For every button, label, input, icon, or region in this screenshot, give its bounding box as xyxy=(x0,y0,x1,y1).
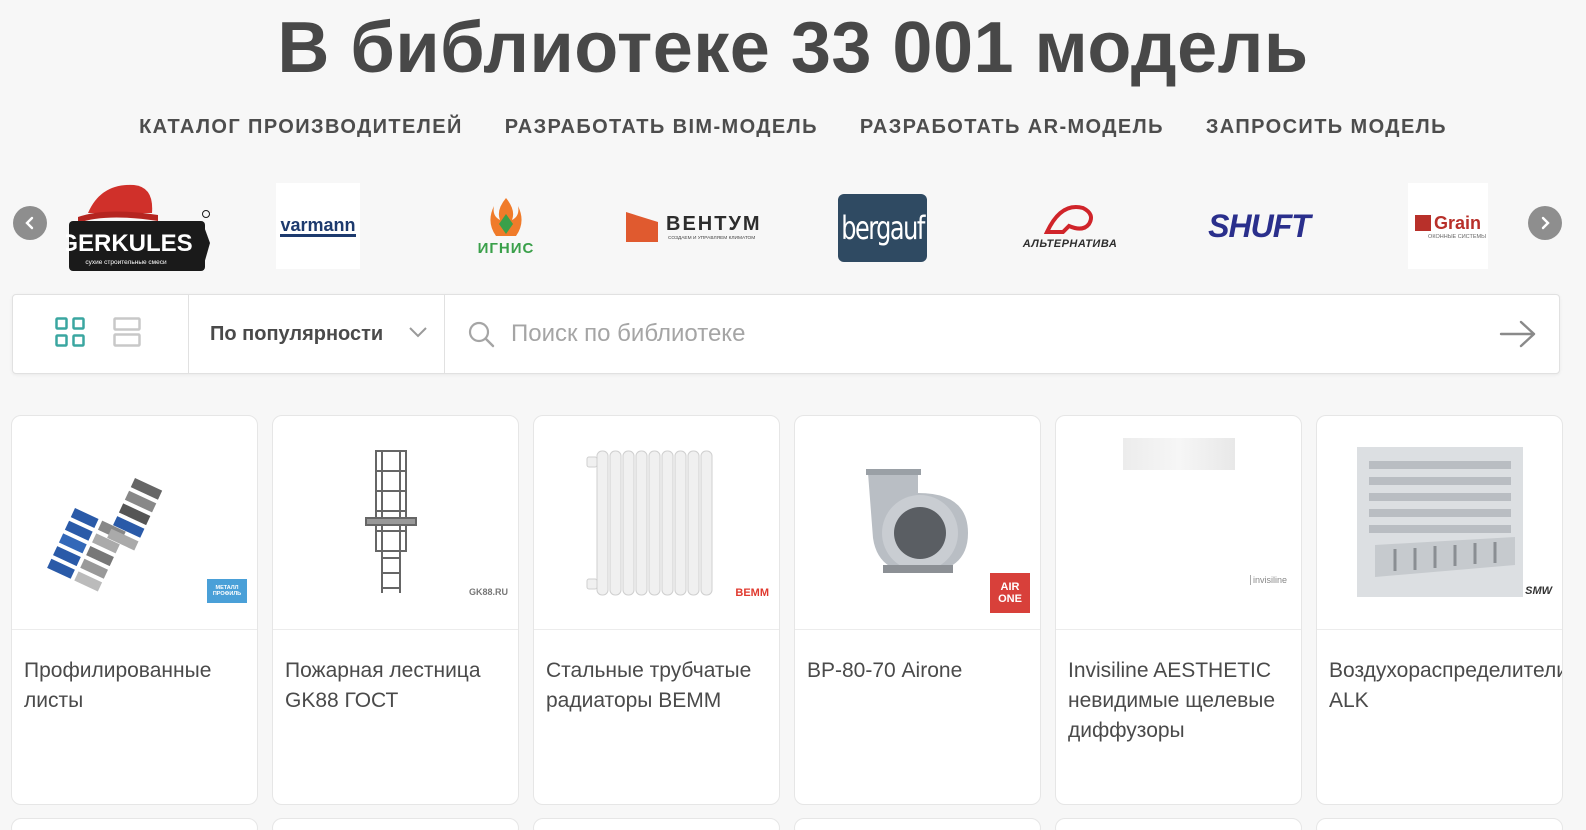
list-view-icon xyxy=(113,316,141,347)
model-title: Пожарная лестница GK88 ГОСТ xyxy=(285,659,481,712)
model-title: ВР-80-70 Airone xyxy=(807,659,963,682)
nav-develop-bim-model[interactable]: РАЗРАБОТАТЬ BIM-МОДЕЛЬ xyxy=(505,116,818,139)
brand-grain-name: Grain xyxy=(1433,212,1481,233)
brand-varmann-name: varmann xyxy=(280,214,356,237)
brand-logo-varmann[interactable]: varmann xyxy=(276,183,360,269)
top-nav: КАТАЛОГ ПРОИЗВОДИТЕЛЕЙ РАЗРАБОТАТЬ BIM-М… xyxy=(0,116,1586,139)
brand-ventum-name: ВЕНТУМ xyxy=(666,213,762,235)
model-title: Воздухораспределители ALK xyxy=(1329,659,1563,712)
model-card-partial xyxy=(1055,818,1302,830)
model-card-partial xyxy=(272,818,519,830)
carousel-next-button[interactable] xyxy=(1528,206,1562,240)
sort-label: По популярности xyxy=(210,322,384,345)
brand-logo-alternativa[interactable]: АЛЬТЕРНАТИВА xyxy=(1008,183,1132,269)
brand-ventum-sub: СОЗДАЕМ И УПРАВЛЯЕМ КЛИМАТОМ xyxy=(668,235,755,241)
model-title: Профилированные листы xyxy=(24,659,212,712)
brand-ignis-name: ИГНИС xyxy=(477,239,535,257)
search-icon xyxy=(468,321,495,348)
list-view-button[interactable] xyxy=(113,316,141,352)
brand-logo-grain[interactable]: Grain ОКОННЫЕ СИСТЕМЫ xyxy=(1408,183,1488,269)
brand-badge: GK88.RU xyxy=(468,587,508,597)
model-title: Стальные трубчатые радиаторы BEMM xyxy=(546,659,752,712)
brand-badge: AIR ONE xyxy=(990,573,1030,613)
brand-logo-ventum[interactable]: ВЕНТУМ СОЗДАЕМ И УПРАВЛЯЕМ КЛИМАТОМ xyxy=(624,183,770,269)
model-grid: МЕТАЛЛ ПРОФИЛЬ Профилированные листы GK8… xyxy=(11,415,1563,805)
model-image-air-distributor: SMW xyxy=(1317,416,1562,630)
grid-view-icon xyxy=(55,316,85,347)
model-card-partial xyxy=(1316,818,1563,830)
model-card[interactable]: invisiline Invisiline AESTHETIC невидимы… xyxy=(1055,415,1302,805)
brand-badge: BEMM xyxy=(735,587,769,599)
search-bar xyxy=(445,295,1559,373)
next-row-cards xyxy=(11,818,1563,830)
carousel-prev-button[interactable] xyxy=(13,206,47,240)
arrow-right-icon xyxy=(1499,320,1536,348)
model-card[interactable]: МЕТАЛЛ ПРОФИЛЬ Профилированные листы xyxy=(11,415,258,805)
model-image-fire-ladder: GK88.RU xyxy=(273,416,518,630)
brand-gerkules-name: GERKULES xyxy=(66,230,193,257)
diffuser-strip xyxy=(1122,438,1235,470)
nav-request-model[interactable]: ЗАПРОСИТЬ МОДЕЛЬ xyxy=(1206,116,1447,139)
model-image-diffuser: invisiline xyxy=(1056,416,1301,630)
nav-develop-ar-model[interactable]: РАЗРАБОТАТЬ AR-МОДЕЛЬ xyxy=(860,116,1164,139)
model-card[interactable]: BEMM Стальные трубчатые радиаторы BEMM xyxy=(533,415,780,805)
model-card[interactable]: SMW Воздухораспределители ALK xyxy=(1316,415,1563,805)
search-input[interactable] xyxy=(511,320,1411,348)
sort-dropdown[interactable]: По популярности xyxy=(189,295,445,373)
brand-badge: МЕТАЛЛ ПРОФИЛЬ xyxy=(207,579,247,603)
model-card-partial xyxy=(794,818,1041,830)
flame-icon xyxy=(490,197,522,236)
model-card-partial xyxy=(11,818,258,830)
brand-logo-ignis[interactable]: ИГНИС xyxy=(470,183,542,269)
alternativa-emblem-icon xyxy=(1043,205,1093,234)
brand-badge: SMW xyxy=(1525,585,1552,597)
brand-bergauf-name: bergauf xyxy=(841,209,925,247)
view-toggle xyxy=(13,295,189,373)
brand-badge: invisiline xyxy=(1249,575,1287,585)
brand-logo-bergauf[interactable]: bergauf xyxy=(838,194,927,262)
model-card[interactable]: AIR ONE ВР-80-70 Airone xyxy=(794,415,1041,805)
search-submit-button[interactable] xyxy=(1499,319,1537,354)
model-image-fan: AIR ONE xyxy=(795,416,1040,630)
nav-manufacturers-catalog[interactable]: КАТАЛОГ ПРОИЗВОДИТЕЛЕЙ xyxy=(139,116,463,139)
model-card[interactable]: GK88.RU Пожарная лестница GK88 ГОСТ xyxy=(272,415,519,805)
brand-shuft-name: SHUFT xyxy=(1208,207,1311,244)
brand-logo-gerkules[interactable]: GERKULES сухие строительные смеси xyxy=(66,183,212,273)
model-image-radiator: BEMM xyxy=(534,416,779,630)
brand-gerkules-sub: сухие строительные смеси xyxy=(85,259,167,266)
brand-alternativa-name: АЛЬТЕРНАТИВА xyxy=(1022,238,1118,250)
chevron-left-icon xyxy=(25,216,34,230)
grain-mark-icon xyxy=(1414,215,1431,231)
filter-toolbar: По популярности xyxy=(12,294,1560,374)
chevron-down-icon xyxy=(409,327,427,338)
model-title: Invisiline AESTHETIC невидимые щелевые д… xyxy=(1068,659,1276,742)
brand-logo-shuft[interactable]: SHUFT xyxy=(1198,183,1320,269)
brand-grain-sub: ОКОННЫЕ СИСТЕМЫ xyxy=(1428,233,1486,240)
model-card-partial xyxy=(533,818,780,830)
chevron-right-icon xyxy=(1541,216,1550,230)
page-title: В библиотеке 33 001 модель xyxy=(277,8,1309,88)
grid-view-button[interactable] xyxy=(55,316,85,352)
model-image-profiled-sheets: МЕТАЛЛ ПРОФИЛЬ xyxy=(12,416,257,630)
